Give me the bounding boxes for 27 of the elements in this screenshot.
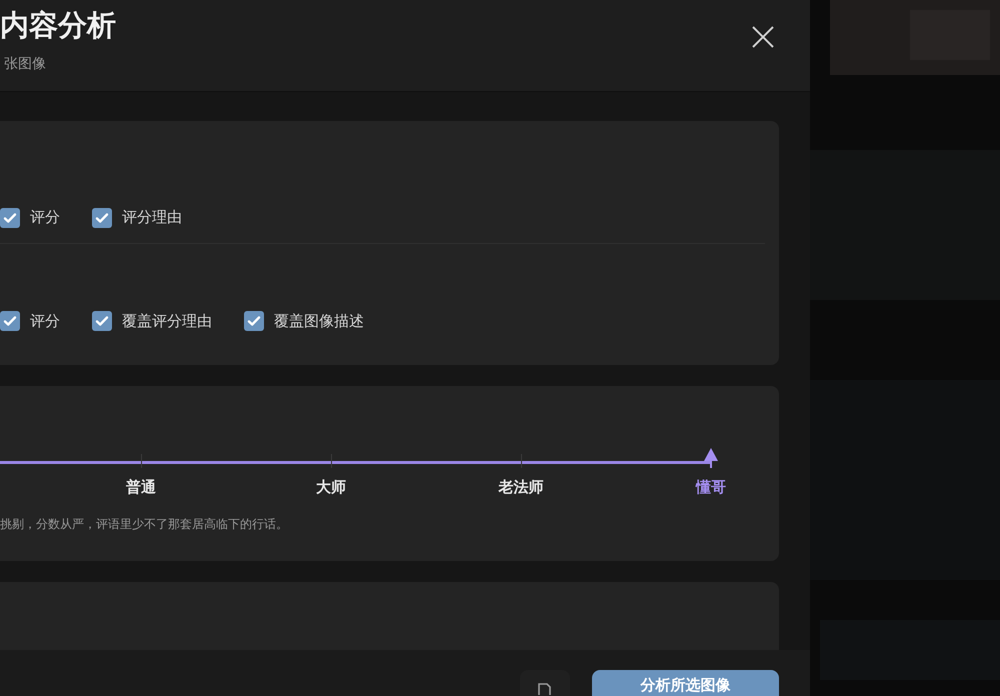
checkbox-label[interactable]: 覆盖评分理由 [122, 310, 212, 332]
dialog-title: 内容分析 [0, 7, 116, 44]
checkbox-label[interactable]: 评分 [30, 310, 60, 332]
level-label[interactable]: 懂哥 [671, 476, 751, 498]
checkmark-icon [247, 314, 261, 328]
checkbox-label[interactable]: 覆盖图像描述 [274, 310, 364, 332]
dialog-subtitle: 张图像 [4, 55, 47, 74]
persona-slider[interactable]: 普通 大师 老法师 懂哥 [0, 446, 752, 498]
level-label[interactable]: 老法师 [481, 476, 561, 498]
checkbox[interactable] [244, 311, 264, 332]
level-label[interactable]: 大师 [291, 476, 371, 498]
checkmark-icon [95, 314, 109, 328]
close-icon[interactable] [752, 26, 774, 48]
slider-thumb[interactable] [703, 446, 719, 468]
persona-description: 挑剔，分数从严，评语里少不了那套居高临下的行话。 [0, 516, 289, 532]
checkmark-icon [3, 314, 17, 328]
level-label[interactable]: 普通 [101, 476, 181, 498]
checkbox[interactable] [92, 311, 112, 332]
checkbox-label[interactable]: 评分 [30, 206, 60, 229]
checkbox-label[interactable]: 评分理由 [122, 206, 182, 229]
document-icon [536, 682, 554, 696]
checkbox[interactable] [0, 208, 20, 228]
icon-button[interactable] [520, 670, 570, 696]
checkbox[interactable] [0, 311, 20, 332]
checkmark-icon [95, 210, 109, 224]
checkbox[interactable] [92, 208, 112, 228]
checkmark-icon [3, 210, 17, 224]
